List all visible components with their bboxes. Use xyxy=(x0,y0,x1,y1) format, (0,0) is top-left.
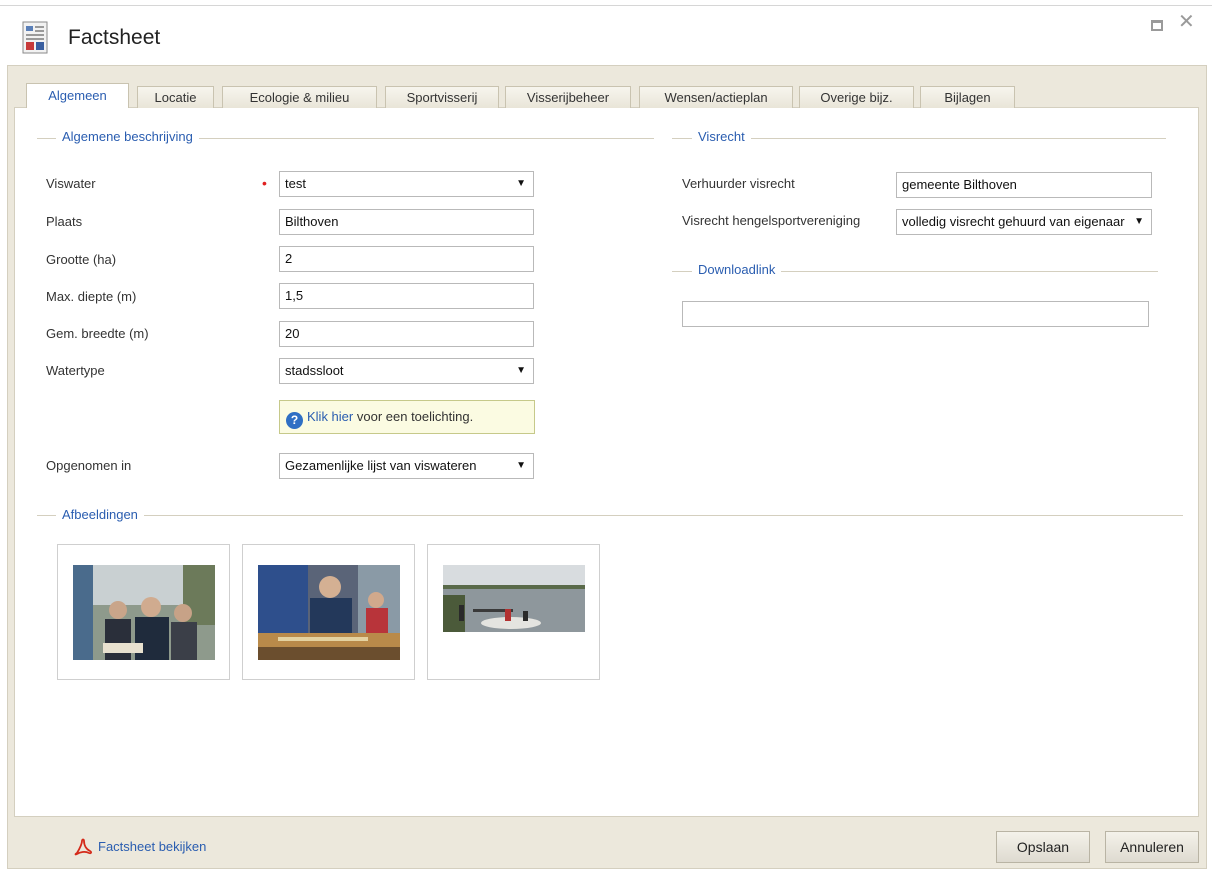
legend-algemene-beschrijving: Algemene beschrijving xyxy=(56,129,199,144)
gem-breedte-input[interactable]: 20 xyxy=(279,321,534,347)
save-button[interactable]: Opslaan xyxy=(996,831,1090,863)
chevron-down-icon: ▼ xyxy=(516,460,526,471)
window-title: Factsheet xyxy=(68,26,161,49)
hint-link[interactable]: Klik hier xyxy=(307,409,353,424)
downloadlink-input[interactable] xyxy=(682,301,1149,327)
visrecht-hsv-select[interactable]: volledig visrecht gehuurd van eigenaar ▼ xyxy=(896,209,1152,235)
legend-downloadlink: Downloadlink xyxy=(692,262,782,277)
tab-bijlagen[interactable]: Bijlagen xyxy=(920,86,1015,108)
document-icon xyxy=(22,21,48,54)
photo-group-outdoors xyxy=(73,565,215,660)
watertype-select[interactable]: stadssloot ▼ xyxy=(279,358,534,384)
legend-afbeeldingen: Afbeeldingen xyxy=(56,507,144,522)
grootte-input[interactable]: 2 xyxy=(279,246,534,272)
watertype-value: stadssloot xyxy=(285,363,344,378)
image-thumbnail[interactable] xyxy=(427,544,600,680)
help-icon: ? xyxy=(286,412,303,429)
factsheet-bekijken-link[interactable]: Factsheet bekijken xyxy=(98,839,206,854)
max-diepte-input[interactable]: 1,5 xyxy=(279,283,534,309)
hint-box: ? Klik hier voor een toelichting. xyxy=(279,400,535,434)
tab-locatie[interactable]: Locatie xyxy=(137,86,214,108)
opgenomen-in-value: Gezamenlijke lijst van viswateren xyxy=(285,458,477,473)
label-plaats: Plaats xyxy=(46,214,83,229)
tab-ecologie-milieu[interactable]: Ecologie & milieu xyxy=(222,86,377,108)
title-bar: Factsheet xyxy=(0,6,1212,60)
label-gem-breedte: Gem. breedte (m) xyxy=(46,326,149,341)
verhuurder-visrecht-input[interactable]: gemeente Bilthoven xyxy=(896,172,1152,198)
label-opgenomen-in: Opgenomen in xyxy=(46,458,132,473)
pdf-icon xyxy=(74,838,92,856)
label-verhuurder-visrecht: Verhuurder visrecht xyxy=(682,176,795,191)
close-icon[interactable]: ✕ xyxy=(1178,12,1195,32)
tab-algemeen[interactable]: Algemeen xyxy=(26,83,129,108)
visrecht-hsv-value: volledig visrecht gehuurd van eigenaar xyxy=(902,214,1125,229)
photo-fish-measuring xyxy=(258,565,400,660)
plaats-input[interactable]: Bilthoven xyxy=(279,209,534,235)
legend-visrecht: Visrecht xyxy=(692,129,751,144)
tab-overige-bijz[interactable]: Overige bijz. xyxy=(799,86,914,108)
hint-text: voor een toelichting. xyxy=(353,409,474,424)
tab-wensen-actieplan[interactable]: Wensen/actieplan xyxy=(639,86,793,108)
chevron-down-icon: ▼ xyxy=(516,365,526,376)
tab-visserijbeheer[interactable]: Visserijbeheer xyxy=(505,86,631,108)
cancel-button[interactable]: Annuleren xyxy=(1105,831,1199,863)
label-max-diepte: Max. diepte (m) xyxy=(46,289,137,304)
fieldset-line xyxy=(37,515,1183,516)
label-visrecht-hengelsportvereniging: Visrecht hengelsportvereniging xyxy=(682,213,861,228)
label-viswater: Viswater xyxy=(46,176,96,191)
required-marker: • xyxy=(262,175,267,191)
image-thumbnail[interactable] xyxy=(242,544,415,680)
chevron-down-icon: ▼ xyxy=(516,178,526,189)
viswater-select[interactable]: test ▼ xyxy=(279,171,534,197)
chevron-down-icon: ▼ xyxy=(1134,216,1144,227)
image-thumbnail[interactable] xyxy=(57,544,230,680)
photo-boat-on-lake xyxy=(443,565,585,632)
maximize-icon[interactable] xyxy=(1151,20,1163,31)
viswater-value: test xyxy=(285,176,306,191)
tab-sportvisserij[interactable]: Sportvisserij xyxy=(385,86,499,108)
label-grootte: Grootte (ha) xyxy=(46,252,117,267)
opgenomen-in-select[interactable]: Gezamenlijke lijst van viswateren ▼ xyxy=(279,453,534,479)
label-watertype: Watertype xyxy=(46,363,105,378)
